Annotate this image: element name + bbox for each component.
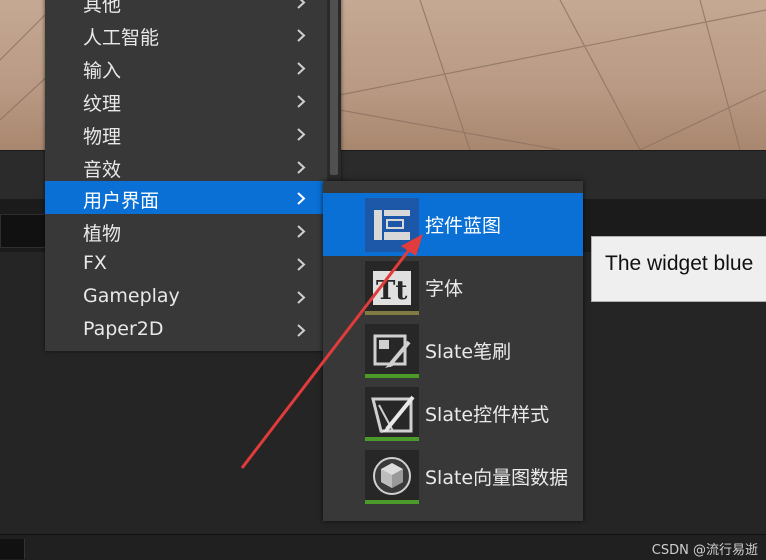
submenu-item-font[interactable]: Tt 字体 <box>323 256 583 319</box>
status-bar: CSDN @流行易逝 <box>0 534 766 560</box>
submenu-item-slate-vector-art[interactable]: Slate向量图数据 <box>323 445 583 508</box>
menu-item-label: FX <box>83 252 107 274</box>
user-interface-submenu: 控件蓝图 Tt 字体 Slate笔刷 Slate控件样式 Slate向量图数据 <box>323 181 583 521</box>
slate-vector-art-icon <box>365 450 419 504</box>
menu-item-label: 植物 <box>83 223 122 245</box>
tooltip-text: The widget blue <box>605 252 754 275</box>
chevron-right-icon <box>297 192 306 205</box>
menu-item-gameplay[interactable]: Gameplay <box>45 280 323 313</box>
create-asset-menu: 其他 人工智能 输入 纹理 物理 音效 用户界面 植物 FX Gameplay … <box>45 0 341 351</box>
menu-item-label: 输入 <box>83 60 122 82</box>
menu-item-paper2d[interactable]: Paper2D <box>45 313 323 346</box>
chevron-right-icon <box>297 258 306 271</box>
asset-type-bar <box>365 500 419 504</box>
menu-item-label: 用户界面 <box>83 190 160 212</box>
chevron-right-icon <box>297 324 306 337</box>
menu-item-label: 人工智能 <box>83 27 160 49</box>
menu-item-input[interactable]: 输入 <box>45 51 323 84</box>
menu-scrollbar-thumb[interactable] <box>330 0 338 175</box>
font-icon: Tt <box>365 261 419 315</box>
slate-widget-style-icon <box>365 387 419 441</box>
menu-item-label: 其他 <box>83 0 122 16</box>
watermark: CSDN @流行易逝 <box>651 543 758 558</box>
menu-item-label: Paper2D <box>83 318 164 340</box>
submenu-item-slate-brush[interactable]: Slate笔刷 <box>323 319 583 382</box>
chevron-right-icon <box>297 95 306 108</box>
chevron-right-icon <box>297 29 306 42</box>
menu-item-label: 物理 <box>83 126 122 148</box>
chevron-right-icon <box>297 161 306 174</box>
menu-item-label: 纹理 <box>83 93 122 115</box>
svg-text:Tt: Tt <box>376 276 407 306</box>
tooltip: The widget blue <box>591 236 766 302</box>
menu-item-textures[interactable]: 纹理 <box>45 84 323 117</box>
submenu-item-label: 控件蓝图 <box>425 215 502 237</box>
chevron-right-icon <box>297 62 306 75</box>
menu-item-user-interface[interactable]: 用户界面 <box>45 181 323 214</box>
submenu-item-label: Slate向量图数据 <box>425 467 569 489</box>
submenu-item-widget-blueprint[interactable]: 控件蓝图 <box>323 193 583 256</box>
menu-item-label: Gameplay <box>83 285 180 307</box>
submenu-item-label: Slate控件样式 <box>425 404 550 426</box>
menu-item-other[interactable]: 其他 <box>45 0 323 18</box>
chevron-right-icon <box>297 128 306 141</box>
menu-item-foliage[interactable]: 植物 <box>45 214 323 247</box>
menu-item-physics[interactable]: 物理 <box>45 117 323 150</box>
status-bar-segment <box>0 539 25 559</box>
chevron-right-icon <box>297 0 306 9</box>
menu-item-ai[interactable]: 人工智能 <box>45 18 323 51</box>
asset-type-bar <box>365 437 419 441</box>
asset-type-bar <box>365 311 419 315</box>
submenu-item-slate-widget-style[interactable]: Slate控件样式 <box>323 382 583 445</box>
submenu-item-label: Slate笔刷 <box>425 341 512 363</box>
menu-item-sounds[interactable]: 音效 <box>45 150 323 183</box>
menu-item-fx[interactable]: FX <box>45 247 323 280</box>
editor-stage: CSDN @流行易逝 其他 人工智能 输入 纹理 物理 音效 用户界面 植物 F… <box>0 0 766 560</box>
chevron-right-icon <box>297 291 306 304</box>
widget-blueprint-icon <box>365 198 419 252</box>
menu-item-label: 音效 <box>83 159 122 181</box>
asset-type-bar <box>365 374 419 378</box>
slate-brush-icon <box>365 324 419 378</box>
submenu-item-label: 字体 <box>425 278 464 300</box>
chevron-right-icon <box>297 225 306 238</box>
